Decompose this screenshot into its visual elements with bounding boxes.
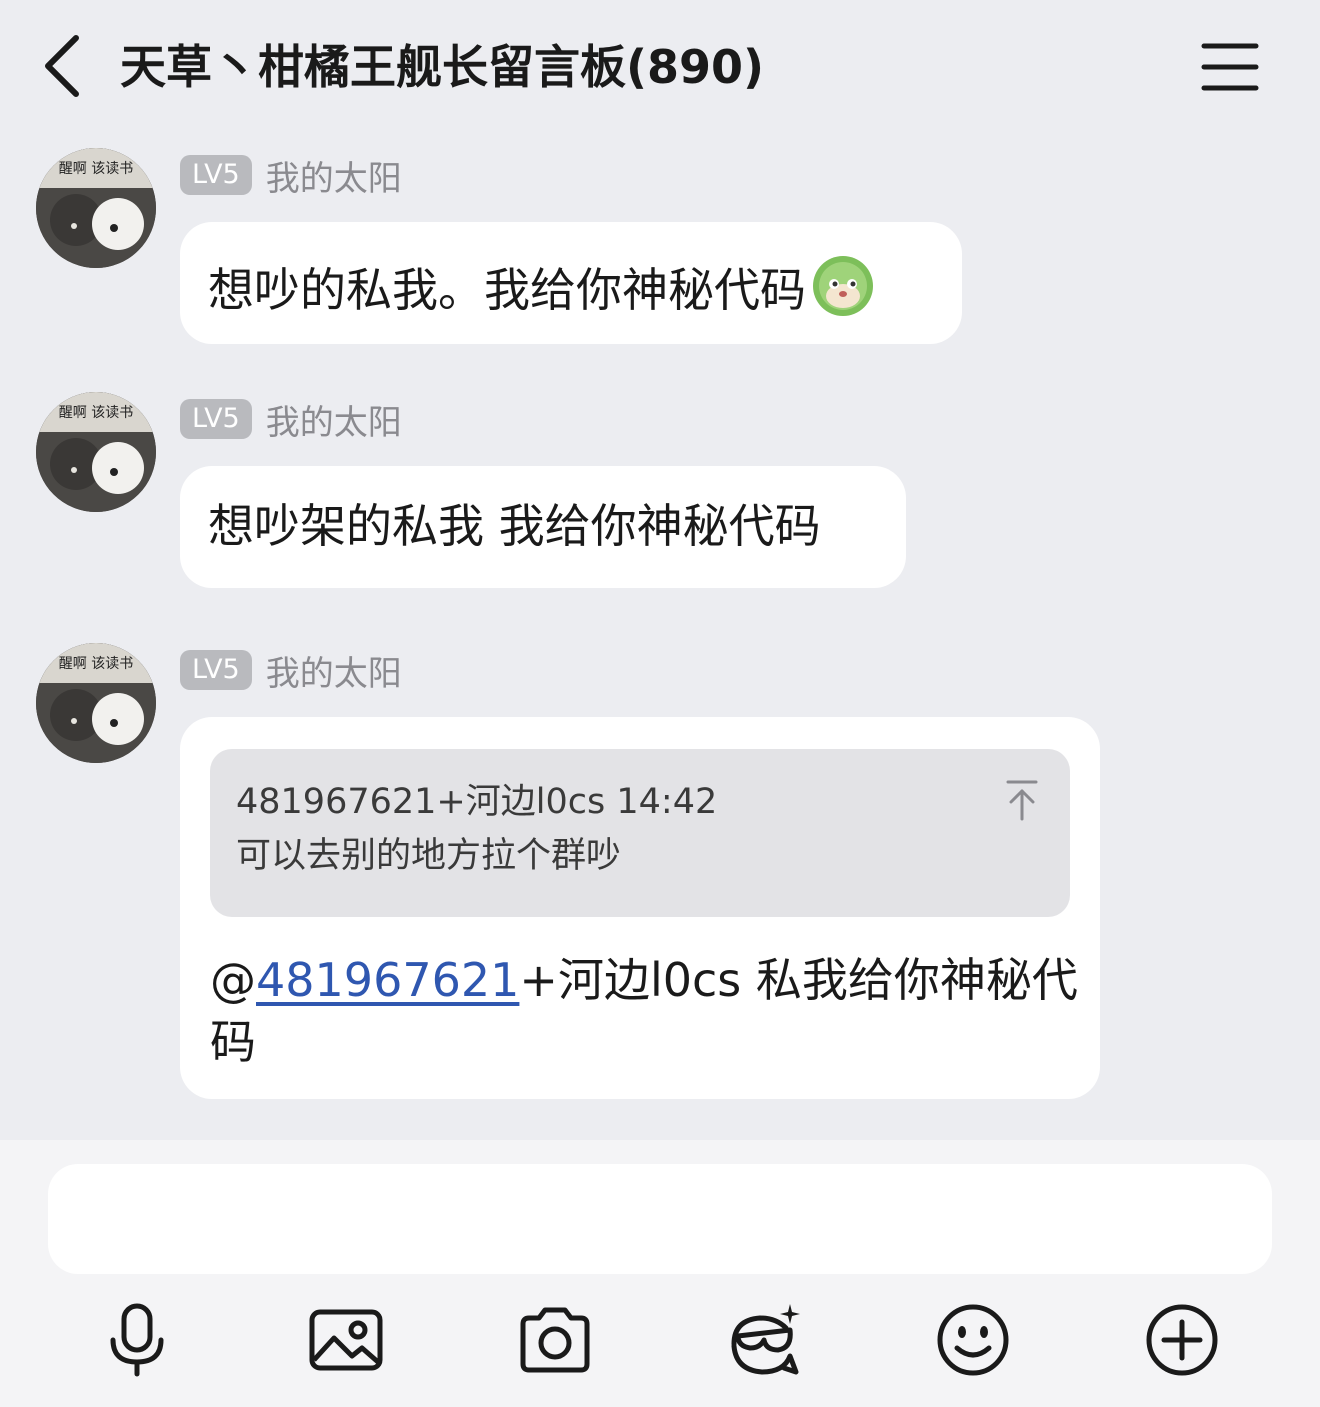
message-text: 想吵的私我。我给你神秘代码 — [208, 263, 806, 317]
level-badge: LV5 — [180, 650, 252, 690]
sender-name[interactable]: 我的太阳 — [266, 151, 402, 200]
avatar[interactable]: 醒啊 该读书 — [36, 392, 156, 512]
mention-link[interactable]: 481967621 — [256, 953, 519, 1007]
mask-sticker-icon[interactable] — [724, 1300, 804, 1380]
quote-time: 14:42 — [616, 782, 718, 822]
composer-bar — [0, 1140, 1320, 1407]
plus-circle-icon[interactable] — [1142, 1300, 1222, 1380]
message-bubble[interactable]: 想吵架的私我 我给你神秘代码 — [180, 466, 906, 588]
smiley-icon[interactable] — [933, 1300, 1013, 1380]
avatar[interactable]: 醒啊 该读书 — [36, 148, 156, 268]
avatar-caption: 醒啊 该读书 — [59, 404, 133, 421]
green-dog-emoji-icon — [810, 252, 876, 318]
level-badge: LV5 — [180, 399, 252, 439]
chat-header: 天草丶柑橘王舰长留言板(890) — [0, 0, 1320, 134]
quote-text: 可以去别的地方拉个群吵 — [236, 836, 622, 876]
avatar-caption: 醒啊 该读书 — [59, 160, 133, 177]
quote-author: 481967621+河边l0cs — [236, 782, 606, 822]
message-text: @481967621+河边l0cs 私我给你神秘代码 — [210, 949, 1080, 1073]
jump-to-original-icon[interactable] — [1004, 777, 1040, 821]
message-input[interactable] — [48, 1164, 1272, 1274]
at-sign: @ — [210, 953, 256, 1007]
quoted-message[interactable]: 481967621+河边l0cs 14:42 可以去别的地方拉个群吵 — [210, 749, 1070, 917]
menu-icon[interactable] — [1196, 40, 1264, 94]
message-bubble[interactable]: 想吵的私我。我给你神秘代码 — [180, 222, 962, 344]
message-bubble[interactable]: 481967621+河边l0cs 14:42 可以去别的地方拉个群吵 @4819… — [180, 717, 1100, 1099]
avatar[interactable]: 醒啊 该读书 — [36, 643, 156, 763]
image-icon[interactable] — [306, 1300, 386, 1380]
sender-name[interactable]: 我的太阳 — [266, 646, 402, 695]
chat-title: 天草丶柑橘王舰长留言板(890) — [120, 40, 765, 94]
sender-name[interactable]: 我的太阳 — [266, 395, 402, 444]
avatar-caption: 醒啊 该读书 — [59, 655, 133, 672]
microphone-icon[interactable] — [97, 1300, 177, 1380]
message-text: 想吵架的私我 我给你神秘代码 — [208, 499, 821, 553]
camera-icon[interactable] — [515, 1300, 595, 1380]
back-arrow-icon[interactable] — [38, 34, 90, 98]
level-badge: LV5 — [180, 155, 252, 195]
